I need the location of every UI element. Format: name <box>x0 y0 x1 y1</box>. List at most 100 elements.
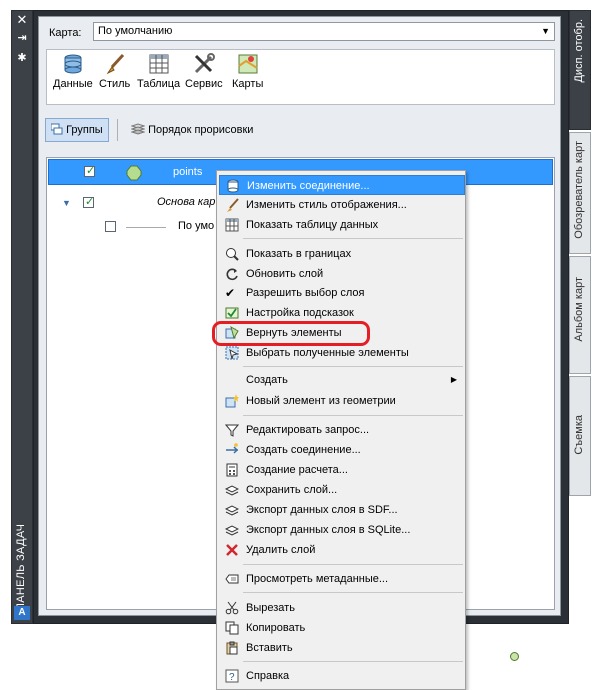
menu-item-label: Копировать <box>246 622 306 634</box>
menu-item-create-calculation[interactable]: Создание расчета... <box>219 460 465 480</box>
tab-survey[interactable]: Съемка <box>569 376 591 496</box>
chevron-down-icon: ▼ <box>541 26 550 36</box>
menu-item-paste[interactable]: Вставить <box>219 638 465 658</box>
layer-visibility-checkbox[interactable] <box>105 221 116 232</box>
menu-separator <box>243 661 463 662</box>
join-icon <box>226 443 239 454</box>
select-features-icon <box>225 346 239 360</box>
menu-item-show-table[interactable]: Показать таблицу данных <box>219 215 465 235</box>
brush-icon <box>227 198 239 212</box>
menu-item-label: Сохранить слой... <box>246 484 338 496</box>
menu-item-label: Создание расчета... <box>246 464 348 476</box>
help-icon: ? <box>225 669 239 683</box>
menu-item-label: Вырезать <box>246 602 295 614</box>
tool-style-button[interactable]: Стиль <box>99 52 130 90</box>
map-select-value: По умолчанию <box>98 25 173 37</box>
paste-icon <box>226 641 238 655</box>
taskpane-title-strip: ✕ ⇥ ✱ ПАНЕЛЬ ЗАДАЧ A <box>11 10 33 624</box>
checkmark-icon: ✔ <box>225 286 236 300</box>
calculator-icon <box>226 463 238 477</box>
close-icon[interactable]: ✕ <box>12 13 32 27</box>
view-tabs: Группы Порядок прорисовки <box>43 117 558 143</box>
tool-table-label: Таблица <box>137 78 181 90</box>
menu-item-edit-connection[interactable]: Изменить соединение... <box>219 175 465 195</box>
layer-name: points <box>173 166 203 178</box>
draw-order-icon <box>130 123 146 135</box>
menu-item-label: Создать <box>246 374 288 386</box>
menu-item-label: Экспорт данных слоя в SQLite... <box>246 524 411 536</box>
map-point-marker <box>510 652 519 661</box>
tab-draw-order-label: Порядок прорисовки <box>148 124 254 136</box>
group-visibility-checkbox[interactable]: ✓ <box>83 196 94 208</box>
copy-icon <box>225 621 239 635</box>
database-icon <box>61 52 85 76</box>
menu-item-save-layer[interactable]: Сохранить слой... <box>219 480 465 500</box>
highlight-annotation <box>212 321 370 346</box>
menu-item-copy[interactable]: Копировать <box>219 618 465 638</box>
export-sqlite-icon <box>225 525 239 536</box>
tab-map-explorer[interactable]: Обозреватель карт <box>569 132 591 254</box>
toolbar: Данные Стиль Таблица Сервис Карты <box>46 49 555 105</box>
tab-map-explorer-label: Обозреватель карт <box>573 141 585 239</box>
tab-display-manager[interactable]: Дисп. отобр. <box>569 10 591 130</box>
new-feature-icon <box>225 394 239 408</box>
zoom-extents-icon <box>226 248 239 261</box>
groups-icon <box>50 123 63 135</box>
menu-item-refresh-layer[interactable]: Обновить слой <box>219 264 465 284</box>
tab-draw-order[interactable]: Порядок прорисовки <box>130 123 254 136</box>
menu-item-export-sdf[interactable]: Экспорт данных слоя в SDF... <box>219 500 465 520</box>
database-connect-icon <box>227 179 239 193</box>
point-layer-icon <box>126 165 142 181</box>
menu-item-create-join[interactable]: Создать соединение... <box>219 440 465 460</box>
group-name: Основа кар <box>157 196 216 208</box>
menu-item-label: Разрешить выбор слоя <box>246 287 365 299</box>
menu-item-edit-query[interactable]: Редактировать запрос... <box>219 420 465 440</box>
menu-item-label: Изменить стиль отображения... <box>246 199 407 211</box>
layer-visibility-checkbox[interactable]: ✓ <box>84 165 95 177</box>
delete-icon <box>226 544 238 556</box>
tab-groups[interactable]: Группы <box>45 118 109 142</box>
tool-maps-button[interactable]: Карты <box>232 52 263 90</box>
menu-item-tooltip-settings[interactable]: Настройка подсказок <box>219 303 465 323</box>
menu-item-label: Справка <box>246 670 290 682</box>
menu-item-allow-selection[interactable]: ✔ Разрешить выбор слоя <box>219 283 465 303</box>
tab-map-book[interactable]: Альбом карт <box>569 256 591 374</box>
menu-item-label: Экспорт данных слоя в SDF... <box>246 504 398 516</box>
expand-triangle-icon[interactable]: ▼ <box>62 198 71 208</box>
submenu-arrow-icon: ▶ <box>450 375 457 384</box>
menu-item-export-sqlite[interactable]: Экспорт данных слоя в SQLite... <box>219 520 465 540</box>
tool-data-button[interactable]: Данные <box>53 52 93 90</box>
menu-item-label: Настройка подсказок <box>246 307 354 319</box>
pin-icon[interactable]: ⇥ <box>12 31 32 45</box>
tab-survey-label: Съемка <box>573 415 585 455</box>
map-select[interactable]: По умолчанию ▼ <box>93 22 555 41</box>
menu-item-new-feature[interactable]: Новый элемент из геометрии <box>219 391 465 411</box>
filter-icon <box>225 424 239 437</box>
properties-icon[interactable]: ✱ <box>12 51 32 65</box>
menu-item-label: Выбрать полученные элементы <box>246 347 409 359</box>
menu-separator <box>243 564 463 565</box>
tool-service-button[interactable]: Сервис <box>185 52 223 90</box>
menu-item-label: Изменить соединение... <box>247 180 370 192</box>
menu-item-help[interactable]: ? Справка <box>219 666 465 686</box>
menu-item-label: Показать таблицу данных <box>246 219 379 231</box>
menu-item-view-metadata[interactable]: Просмотреть метаданные... <box>219 569 465 589</box>
menu-item-zoom-extents[interactable]: Показать в границах <box>219 244 465 264</box>
menu-item-select-features[interactable]: Выбрать полученные элементы <box>219 343 465 363</box>
table-icon <box>225 218 239 232</box>
tool-table-button[interactable]: Таблица <box>137 52 180 90</box>
style-line-preview <box>126 227 166 228</box>
menu-item-delete-layer[interactable]: Удалить слой <box>219 540 465 560</box>
menu-item-edit-style[interactable]: Изменить стиль отображения... <box>219 195 465 215</box>
menu-item-cut[interactable]: Вырезать <box>219 598 465 618</box>
divider <box>117 119 118 141</box>
menu-item-label: Обновить слой <box>246 268 324 280</box>
menu-separator <box>243 592 463 593</box>
tool-maps-label: Карты <box>232 78 264 90</box>
menu-item-create[interactable]: Создать ▶ <box>219 370 465 390</box>
menu-item-label: Просмотреть метаданные... <box>246 573 389 585</box>
brush-icon <box>103 52 127 76</box>
menu-separator <box>243 415 463 416</box>
tooltip-settings-icon <box>225 307 239 319</box>
map-label: Карта: <box>49 27 82 39</box>
